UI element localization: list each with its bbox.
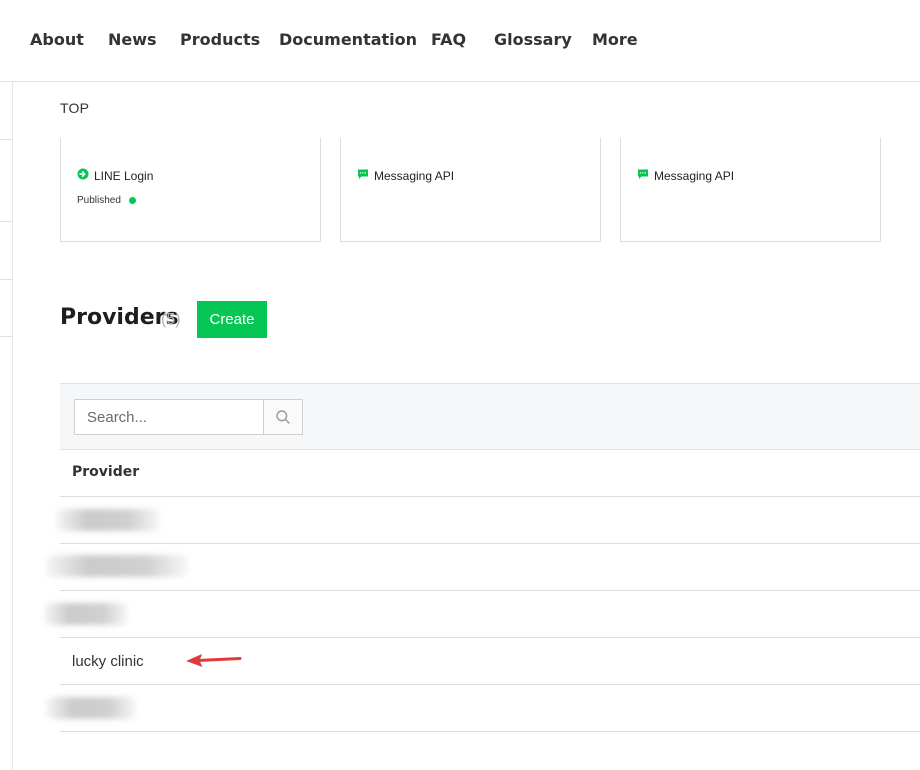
status-text: Published <box>77 195 121 206</box>
messaging-api-icon <box>637 168 649 183</box>
table-row[interactable] <box>46 544 920 590</box>
channel-card-line-login[interactable]: LINE Login Published <box>60 138 321 242</box>
providers-count: (5) <box>161 311 181 328</box>
provider-name: lucky clinic <box>72 653 144 670</box>
status-dot-icon <box>128 197 136 204</box>
nav-more[interactable]: More <box>592 30 638 49</box>
nav-faq[interactable]: FAQ <box>431 30 466 49</box>
card-title: LINE Login <box>94 168 154 183</box>
card-title: Messaging API <box>374 168 455 183</box>
section-label-top: TOP <box>60 100 90 116</box>
redacted-provider-name <box>46 697 136 719</box>
search-panel <box>60 383 920 450</box>
card-title-row: Messaging API <box>637 168 734 183</box>
annotation-arrow-icon <box>184 650 244 675</box>
redacted-provider-name <box>44 603 128 625</box>
nav-documentation[interactable]: Documentation <box>279 30 417 49</box>
channel-card-messaging-api[interactable]: Messaging API <box>620 138 881 242</box>
nav-about[interactable]: About <box>30 30 84 49</box>
card-title-row: Messaging API <box>357 168 454 183</box>
redacted-provider-name <box>46 555 188 577</box>
redacted-provider-name <box>56 509 160 531</box>
sidebar-divider <box>0 139 13 140</box>
search-input[interactable] <box>74 399 264 435</box>
card-title: Messaging API <box>654 168 735 183</box>
column-header-provider: Provider <box>72 464 140 480</box>
sidebar-divider <box>0 336 13 337</box>
channel-card-messaging-api[interactable]: Messaging API <box>340 138 601 242</box>
search-button[interactable] <box>263 399 303 435</box>
left-sidebar <box>0 82 13 770</box>
table-row[interactable] <box>46 685 920 731</box>
table-row[interactable] <box>56 497 920 543</box>
nav-news[interactable]: News <box>108 30 157 49</box>
nav-products[interactable]: Products <box>180 30 260 49</box>
top-navigation: About News Products Documentation FAQ Gl… <box>0 0 920 82</box>
messaging-api-icon <box>357 168 369 183</box>
create-provider-button[interactable]: Create <box>197 301 267 338</box>
card-status: Published <box>77 195 136 206</box>
table-row[interactable] <box>44 591 920 637</box>
card-title-row: LINE Login <box>77 168 153 183</box>
row-divider <box>60 731 920 732</box>
sidebar-divider <box>0 279 13 280</box>
sidebar-divider <box>0 221 13 222</box>
line-login-icon <box>77 168 89 183</box>
nav-glossary[interactable]: Glossary <box>494 30 572 49</box>
search-icon <box>264 409 302 425</box>
